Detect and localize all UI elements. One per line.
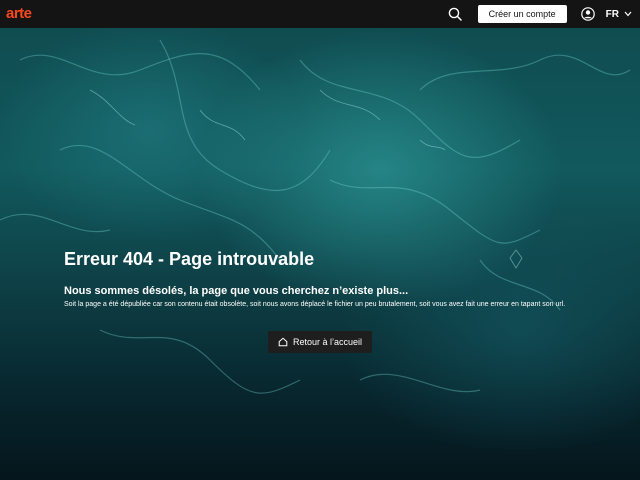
language-selector[interactable]: FR bbox=[606, 9, 632, 20]
home-icon bbox=[278, 337, 288, 347]
user-account-button[interactable] bbox=[580, 6, 596, 22]
chevron-down-icon bbox=[624, 11, 632, 17]
page-title: Erreur 404 - Page introuvable bbox=[64, 249, 315, 269]
arte-logo[interactable]: arte bbox=[6, 5, 32, 22]
error-content: Erreur 404 - Page introuvable Nous somme… bbox=[64, 248, 624, 310]
water-background bbox=[0, 0, 640, 480]
user-icon bbox=[580, 7, 595, 21]
search-button[interactable] bbox=[446, 5, 464, 23]
water-caustics bbox=[0, 39, 631, 394]
error-description: Soit la page a été dépubliée car son con… bbox=[64, 301, 566, 308]
create-account-button[interactable]: Créer un compte bbox=[477, 5, 567, 23]
error-subtitle: Nous sommes désolés, la page que vous ch… bbox=[64, 285, 409, 297]
error-page: arte Créer un compte FR Erreur 404 - Pag… bbox=[0, 0, 640, 480]
top-header: arte Créer un compte FR bbox=[0, 0, 640, 28]
back-home-label: Retour à l’accueil bbox=[292, 337, 363, 347]
language-label: FR bbox=[605, 8, 619, 20]
back-home-button[interactable]: Retour à l’accueil bbox=[268, 331, 372, 353]
search-icon bbox=[448, 7, 462, 21]
